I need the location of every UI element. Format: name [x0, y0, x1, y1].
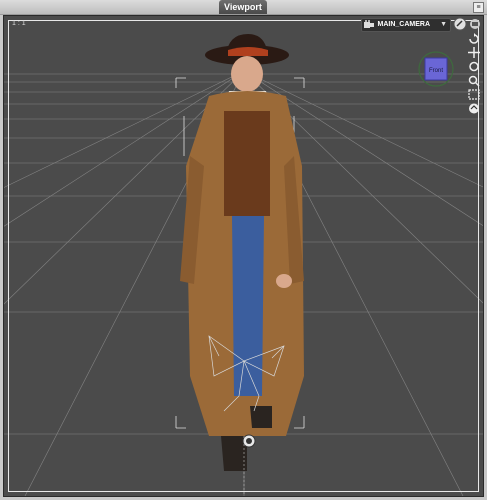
- panel-titlebar: Viewport ≡: [0, 0, 487, 15]
- chevron-down-icon: ▼: [440, 21, 447, 28]
- aspect-ratio-label: 1 : 1: [12, 20, 26, 27]
- zoom-icon[interactable]: [467, 74, 481, 87]
- pan-icon[interactable]: [467, 46, 481, 59]
- render-preview-icon[interactable]: [453, 17, 467, 31]
- rotate-icon[interactable]: [467, 32, 481, 45]
- panel-menu-icon[interactable]: ≡: [473, 2, 484, 13]
- floor-grid: [4, 34, 483, 496]
- character-figure: [180, 34, 304, 471]
- frame-icon[interactable]: [467, 88, 481, 101]
- view-cube[interactable]: Front: [417, 50, 455, 88]
- viewport-tab[interactable]: Viewport: [219, 0, 267, 14]
- navigation-toolbar: [467, 32, 481, 116]
- camera-selector[interactable]: MAIN_CAMERA ▼: [360, 18, 451, 32]
- viewport-canvas[interactable]: 1 : 1 MAIN_CAMERA ▼ Front: [3, 15, 484, 497]
- draw-style-icon[interactable]: [469, 17, 481, 31]
- home-icon[interactable]: [467, 102, 481, 115]
- camera-name: MAIN_CAMERA: [377, 21, 431, 28]
- view-cube-label: Front: [429, 68, 443, 74]
- orbit-icon[interactable]: [467, 60, 481, 73]
- camera-icon: [363, 20, 374, 28]
